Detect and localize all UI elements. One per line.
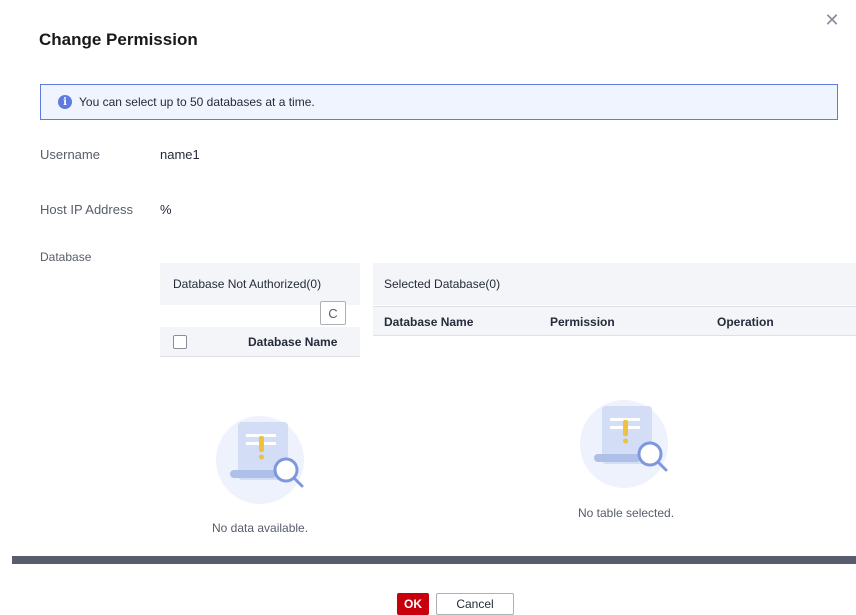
username-label: Username: [40, 147, 100, 162]
host-ip-value: %: [160, 202, 172, 217]
host-ip-label: Host IP Address: [40, 202, 133, 217]
ok-button[interactable]: OK: [397, 593, 429, 615]
refresh-icon: C: [328, 305, 338, 321]
dialog-title: Change Permission: [39, 30, 198, 49]
left-empty-text: No data available.: [212, 521, 309, 535]
unauthorized-db-title: Database Not Authorized(0): [173, 277, 322, 291]
selected-db-panel-title: Selected Database(0): [373, 263, 856, 305]
empty-data-icon: [216, 416, 304, 504]
refresh-button[interactable]: C: [320, 301, 346, 325]
column-database-name: Database Name: [248, 335, 338, 349]
selected-db-title: Selected Database(0): [384, 277, 501, 291]
info-icon: i: [58, 95, 72, 109]
column-operation: Operation: [717, 315, 774, 329]
column-database-name: Database Name: [384, 315, 474, 329]
notice-text: You can select up to 50 databases at a t…: [79, 95, 315, 109]
selected-db-header: Database Name Permission Operation: [373, 306, 856, 336]
unauthorized-db-panel-title: Database Not Authorized(0): [160, 263, 360, 305]
select-all-checkbox[interactable]: [173, 335, 187, 349]
column-permission: Permission: [550, 315, 615, 329]
horizontal-scrollbar[interactable]: [12, 556, 856, 564]
right-empty-text: No table selected.: [578, 506, 675, 520]
unauthorized-db-header: Database Name: [160, 327, 360, 357]
change-permission-dialog: Change Permission ✕ i You can select up …: [0, 0, 856, 615]
close-icon[interactable]: ✕: [824, 11, 840, 29]
info-notice: i You can select up to 50 databases at a…: [40, 84, 838, 120]
username-value: name1: [160, 147, 200, 162]
empty-table-icon: [580, 400, 668, 488]
cancel-button[interactable]: Cancel: [436, 593, 514, 615]
database-label: Database: [40, 250, 92, 264]
